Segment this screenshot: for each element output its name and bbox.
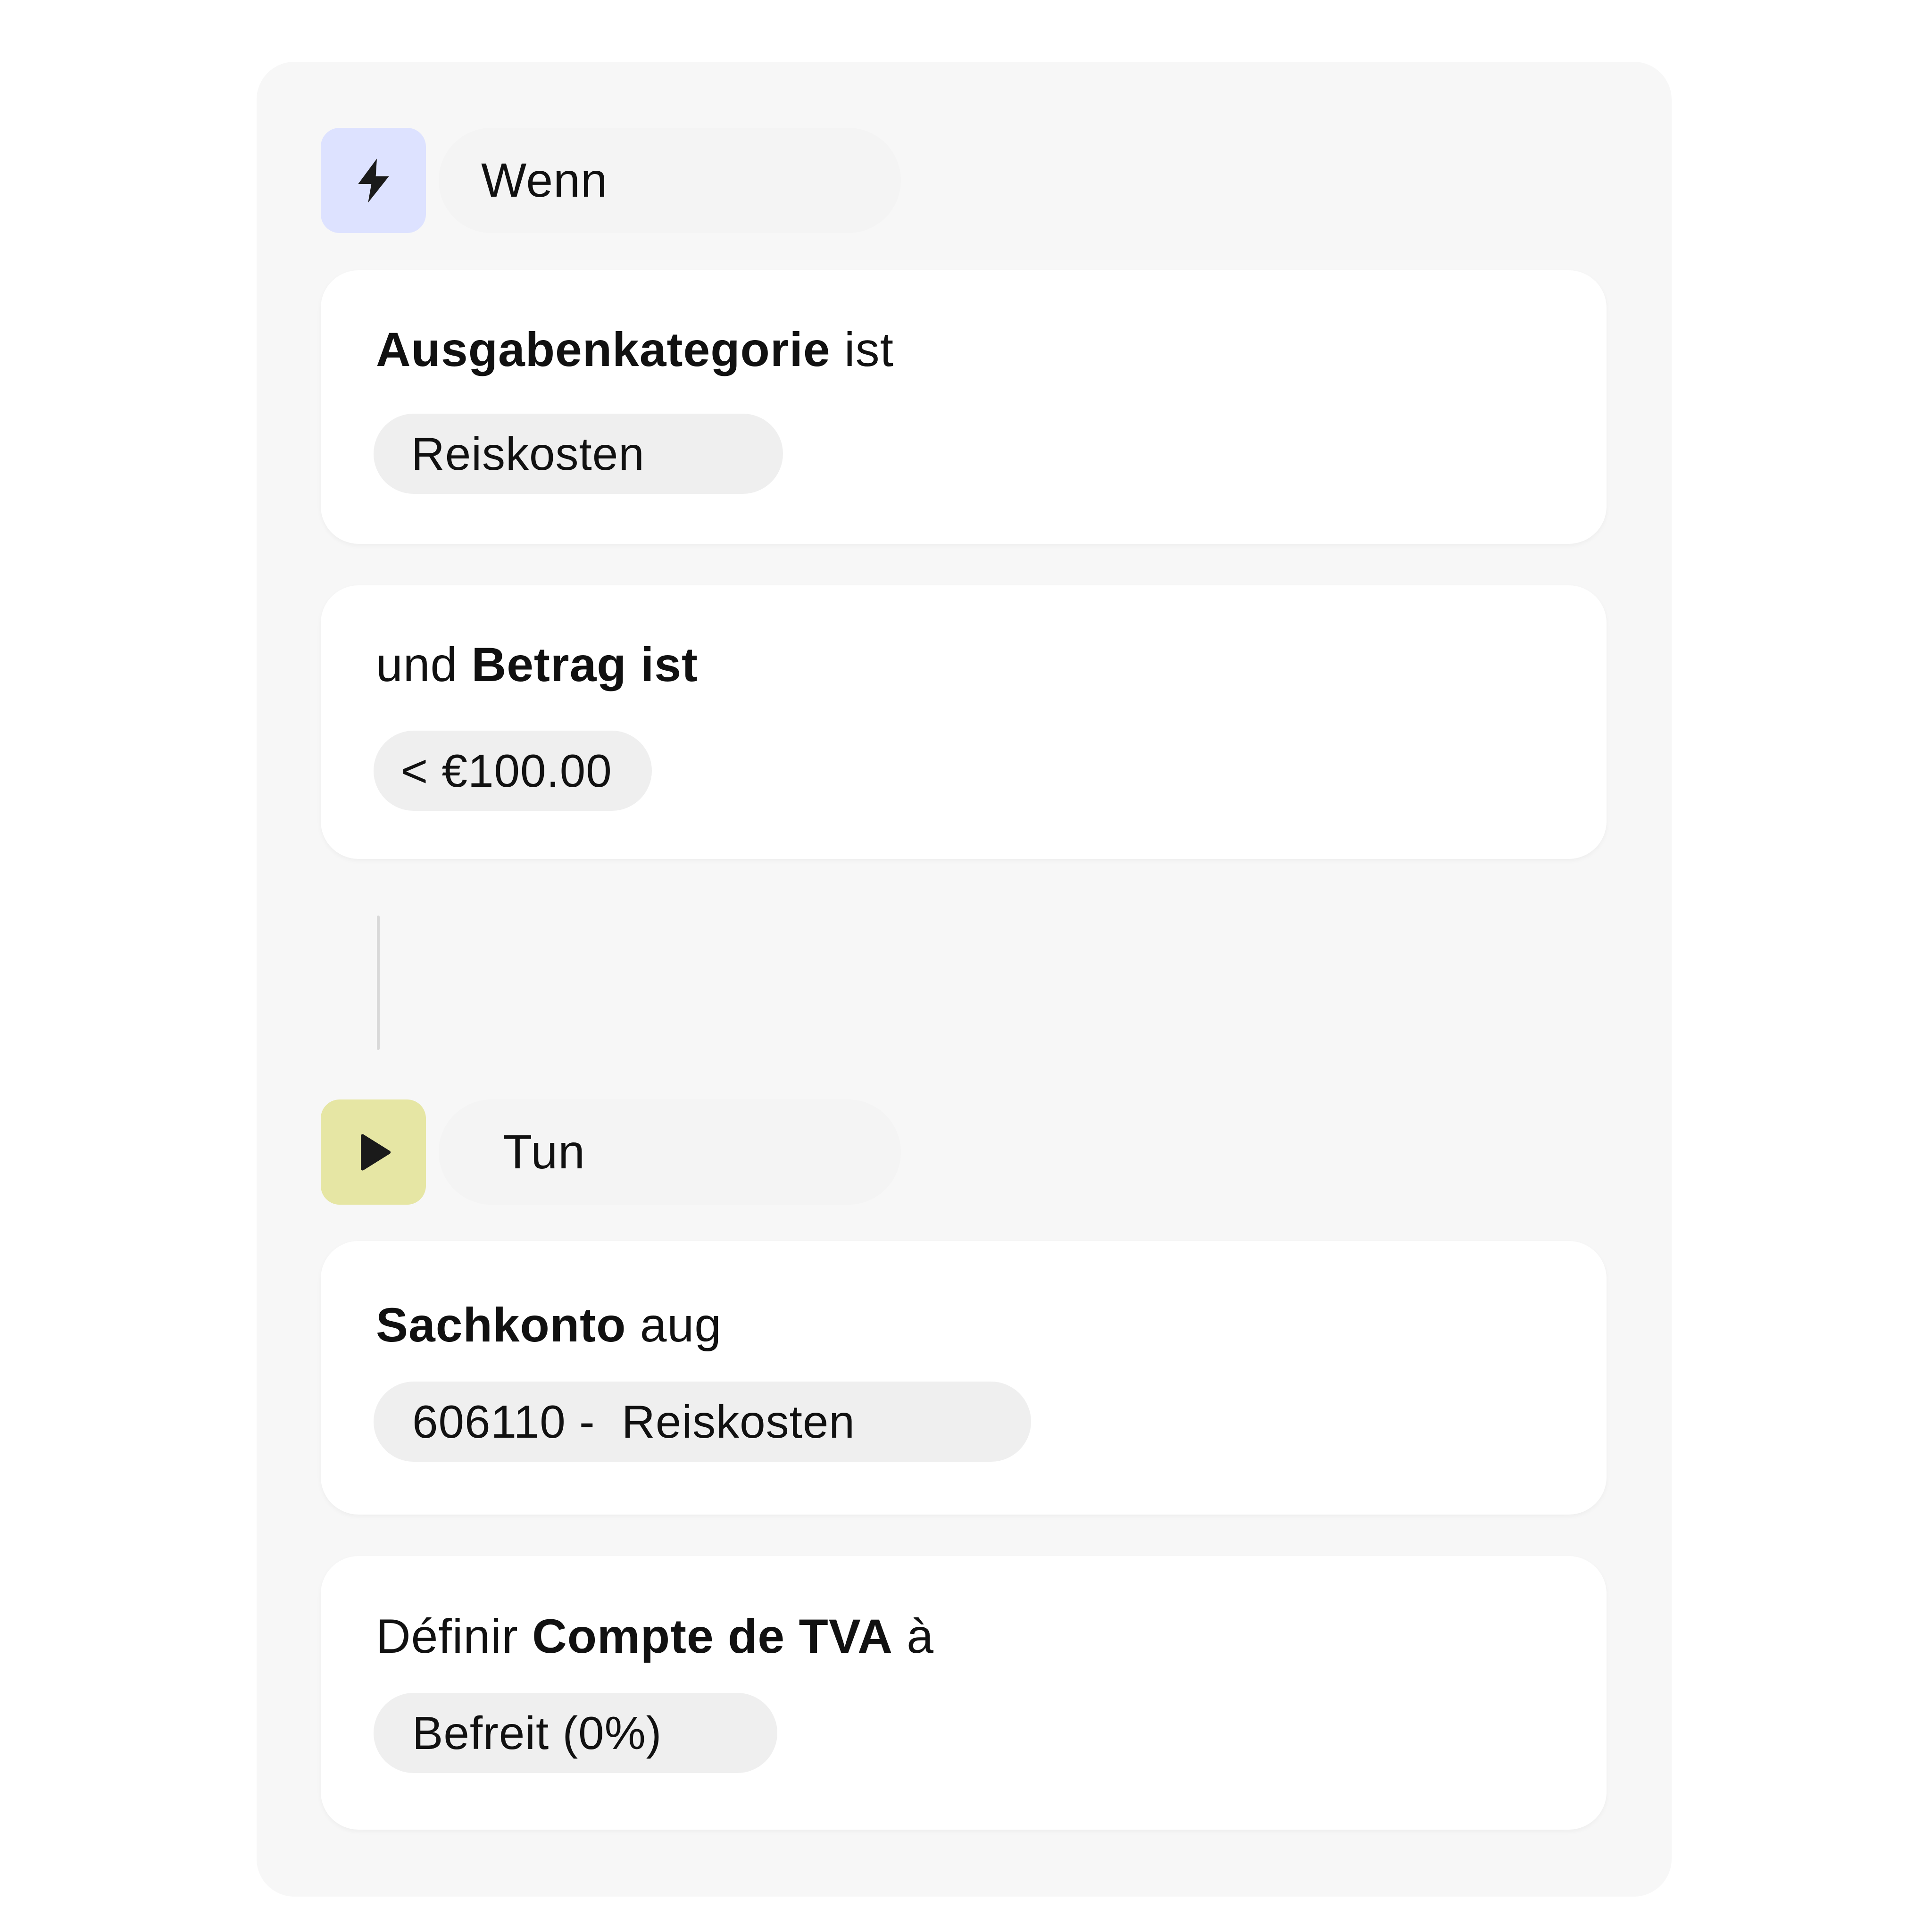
action-value-chip[interactable]: 606110 - Reiskosten bbox=[374, 1382, 1031, 1462]
trigger-icon-tile bbox=[321, 128, 426, 233]
action-title: Définir Compte de TVA à bbox=[376, 1609, 934, 1664]
action-field-name: Sachkonto bbox=[376, 1298, 626, 1352]
condition-operator: ist bbox=[830, 323, 894, 376]
action-verb: Définir bbox=[376, 1609, 533, 1663]
action-verb: aug bbox=[626, 1298, 722, 1352]
action-card-ledger-account[interactable]: Sachkonto aug 606110 - Reiskosten bbox=[321, 1241, 1607, 1515]
condition-value: Reiskosten bbox=[411, 427, 645, 480]
action-field-name: Compte de TVA bbox=[532, 1609, 893, 1663]
action-label-pill: Tun bbox=[439, 1099, 901, 1205]
flow-connector-line bbox=[377, 916, 380, 1050]
play-icon bbox=[360, 1134, 391, 1170]
action-preposition: à bbox=[892, 1609, 934, 1663]
trigger-label: Wenn bbox=[481, 153, 608, 207]
trigger-label-pill: Wenn bbox=[439, 128, 901, 233]
action-header: Tun bbox=[321, 1099, 1019, 1205]
condition-field-name: Ausgabenkategorie bbox=[376, 323, 831, 376]
condition-card-category[interactable]: Ausgabenkategorie ist Reiskosten bbox=[321, 270, 1607, 544]
condition-value-chip[interactable]: < €100.00 bbox=[374, 731, 652, 811]
trigger-header: Wenn bbox=[321, 128, 1019, 233]
condition-card-amount[interactable]: und Betrag ist < €100.00 bbox=[321, 585, 1607, 859]
condition-title: Ausgabenkategorie ist bbox=[376, 322, 894, 377]
action-title: Sachkonto aug bbox=[376, 1298, 722, 1353]
action-value-chip[interactable]: Befreit (0%) bbox=[374, 1693, 777, 1773]
condition-field-name: Betrag bbox=[471, 638, 627, 691]
action-value: 606110 - Reiskosten bbox=[412, 1395, 855, 1448]
condition-conjunction: und bbox=[376, 638, 472, 691]
lightning-icon bbox=[358, 158, 389, 203]
condition-operator: ist bbox=[626, 638, 698, 691]
condition-value-chip[interactable]: Reiskosten bbox=[374, 414, 783, 494]
action-value: Befreit (0%) bbox=[412, 1707, 662, 1759]
condition-value: < €100.00 bbox=[401, 744, 612, 797]
condition-title: und Betrag ist bbox=[376, 637, 698, 692]
automation-rule-panel: Wenn Ausgabenkategorie ist Reiskosten un… bbox=[257, 62, 1672, 1897]
action-card-vat-account[interactable]: Définir Compte de TVA à Befreit (0%) bbox=[321, 1556, 1607, 1830]
action-label: Tun bbox=[503, 1125, 585, 1179]
action-icon-tile bbox=[321, 1099, 426, 1205]
